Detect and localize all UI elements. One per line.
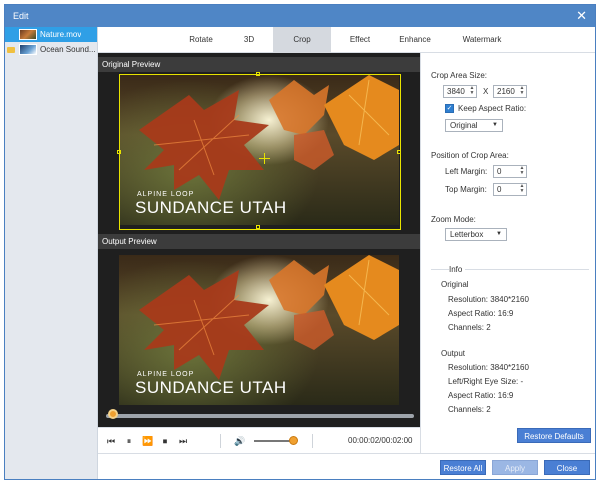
- file-name: Ocean Sound...: [40, 45, 96, 54]
- window-title: Edit: [13, 11, 29, 21]
- crop-handle-right[interactable]: [397, 150, 401, 154]
- apply-button[interactable]: Apply: [492, 460, 538, 475]
- folder-icon: [7, 46, 15, 53]
- stop-icon[interactable]: ⏹: [160, 436, 170, 446]
- title-bar: Edit ✕: [5, 5, 595, 27]
- crop-size-label: Crop Area Size:: [431, 71, 488, 80]
- crop-height-input[interactable]: 2160 ▲ ▼: [493, 85, 527, 98]
- info-original-resolution: Resolution: 3840*2160: [448, 295, 529, 304]
- tab-bar: Rotate 3D Crop Effect Enhance Watermark: [98, 27, 595, 53]
- crop-center-crosshair-icon[interactable]: [259, 153, 270, 164]
- divider: [220, 434, 221, 448]
- volume-handle[interactable]: [289, 436, 298, 445]
- spinner-arrows-icon[interactable]: ▲ ▼: [519, 166, 525, 177]
- pause-icon[interactable]: ⏸: [124, 436, 134, 446]
- video-title-small: ALPINE LOOP: [137, 371, 195, 378]
- aspect-ratio-select[interactable]: Original ▼: [445, 119, 503, 132]
- file-item-ocean[interactable]: Ocean Sound...: [5, 42, 97, 57]
- bottom-action-bar: Restore All Apply Close: [98, 453, 595, 479]
- divider: [312, 434, 313, 448]
- file-list: Nature.mov Ocean Sound...: [5, 27, 98, 479]
- file-name: Nature.mov: [40, 30, 82, 39]
- spinner-arrows-icon[interactable]: ▲ ▼: [469, 86, 475, 97]
- info-output-aspect: Aspect Ratio: 16:9: [448, 391, 514, 400]
- crop-position-label: Position of Crop Area:: [431, 151, 509, 160]
- file-item-nature[interactable]: Nature.mov: [5, 27, 97, 42]
- tab-enhance[interactable]: Enhance: [395, 27, 435, 53]
- restore-all-button[interactable]: Restore All: [440, 460, 486, 475]
- top-margin-label: Top Margin:: [445, 185, 487, 194]
- crop-frame[interactable]: [117, 72, 401, 230]
- seek-bar[interactable]: [106, 414, 414, 418]
- divider: [431, 269, 449, 270]
- top-margin-input[interactable]: 0 ▲ ▼: [493, 183, 527, 196]
- video-thumbnail: [19, 44, 37, 55]
- chevron-down-icon: ▼: [492, 122, 498, 128]
- spinner-arrows-icon[interactable]: ▲ ▼: [519, 86, 525, 97]
- info-original-channels: Channels: 2: [448, 323, 491, 332]
- fast-forward-icon[interactable]: ⏩: [142, 436, 153, 446]
- info-output-resolution: Resolution: 3840*2160: [448, 363, 529, 372]
- seek-handle[interactable]: [108, 409, 118, 419]
- tab-3d[interactable]: 3D: [236, 27, 262, 53]
- tab-crop[interactable]: Crop: [273, 27, 331, 53]
- close-button[interactable]: Close: [544, 460, 590, 475]
- player-controls: ⏮ ⏸ ⏩ ⏹ ⏭ 🔊 00:00:02/00:02:00: [98, 427, 420, 453]
- crop-settings-panel: Crop Area Size: 3840 ▲ ▼ X 2160 ▲ ▼ ✓ Keep…: [420, 53, 595, 453]
- tab-effect[interactable]: Effect: [342, 27, 378, 53]
- crop-handle-bottom[interactable]: [256, 225, 260, 229]
- info-original-aspect: Aspect Ratio: 16:9: [448, 309, 514, 318]
- tab-rotate[interactable]: Rotate: [181, 27, 221, 53]
- volume-slider[interactable]: [254, 440, 294, 442]
- edit-window: Edit ✕ Nature.mov Ocean Sound... Rotate …: [4, 4, 596, 480]
- volume-icon[interactable]: 🔊: [234, 436, 245, 446]
- keep-aspect-checkbox[interactable]: ✓: [445, 104, 454, 113]
- crop-width-input[interactable]: 3840 ▲ ▼: [443, 85, 477, 98]
- info-output-header: Output: [441, 349, 466, 358]
- divider: [465, 269, 589, 270]
- keep-aspect-label: Keep Aspect Ratio:: [458, 104, 527, 113]
- zoom-mode-select[interactable]: Letterbox ▼: [445, 228, 507, 241]
- size-separator: X: [483, 87, 489, 96]
- close-icon[interactable]: ✕: [576, 8, 587, 24]
- zoom-mode-label: Zoom Mode:: [431, 215, 476, 224]
- output-video-frame: ALPINE LOOP SUNDANCE UTAH: [119, 255, 399, 405]
- crop-handle-top[interactable]: [256, 72, 260, 76]
- playback-time: 00:00:02/00:02:00: [348, 436, 413, 445]
- crop-handle-left[interactable]: [117, 150, 121, 154]
- info-output-channels: Channels: 2: [448, 405, 491, 414]
- output-preview-label: Output Preview: [98, 234, 420, 249]
- tab-watermark[interactable]: Watermark: [456, 27, 508, 53]
- info-header: Info: [449, 265, 463, 274]
- video-title-large: SUNDANCE UTAH: [135, 378, 287, 397]
- info-output-eye-size: Left/Right Eye Size: -: [448, 377, 524, 386]
- spinner-arrows-icon[interactable]: ▲ ▼: [519, 184, 525, 195]
- restore-defaults-button[interactable]: Restore Defaults: [517, 428, 591, 443]
- chevron-down-icon: ▼: [496, 231, 502, 237]
- video-thumbnail: [19, 29, 37, 40]
- original-preview-label: Original Preview: [98, 57, 420, 72]
- info-original-header: Original: [441, 280, 469, 289]
- left-margin-label: Left Margin:: [445, 167, 488, 176]
- left-margin-input[interactable]: 0 ▲ ▼: [493, 165, 527, 178]
- skip-back-icon[interactable]: ⏮: [106, 436, 116, 446]
- preview-panel: Original Preview ALPINE LOOP SUNDANCE UT…: [98, 53, 420, 453]
- skip-forward-icon[interactable]: ⏭: [178, 436, 188, 446]
